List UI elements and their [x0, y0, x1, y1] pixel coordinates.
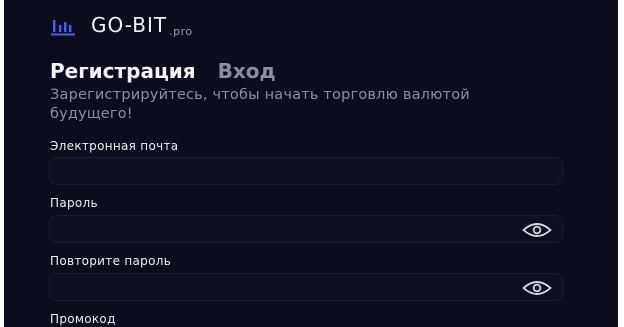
repeat-password-input[interactable] [50, 274, 562, 300]
email-input[interactable] [50, 158, 562, 184]
brand-name-text: GO-BIT [91, 13, 168, 37]
bar-chart-icon [51, 20, 75, 36]
screen: GO-BIT .pro Регистрация Вход Зарегистриру… [0, 0, 624, 327]
password-input[interactable] [50, 216, 562, 242]
promo-code-label: Промокод [50, 312, 116, 326]
password-field[interactable] [49, 215, 563, 243]
brand-name: GO-BIT .pro [91, 13, 193, 41]
eye-icon[interactable] [522, 222, 552, 238]
brand-suffix: .pro [169, 25, 193, 38]
password-label: Пароль [50, 196, 98, 210]
auth-tabs: Регистрация Вход [50, 58, 276, 84]
tab-registration[interactable]: Регистрация [50, 58, 196, 84]
page-subtitle: Зарегистрируйтесь, чтобы начать торговлю… [50, 87, 470, 122]
tab-login[interactable]: Вход [218, 58, 276, 84]
email-field[interactable] [49, 157, 563, 185]
repeat-password-field[interactable] [49, 273, 563, 301]
registration-panel: GO-BIT .pro Регистрация Вход Зарегистриру… [4, 0, 618, 327]
repeat-password-label: Повторите пароль [50, 254, 172, 268]
email-label: Электронная почта [50, 139, 179, 153]
brand-logo[interactable]: GO-BIT .pro [51, 13, 193, 41]
eye-icon[interactable] [522, 280, 552, 296]
